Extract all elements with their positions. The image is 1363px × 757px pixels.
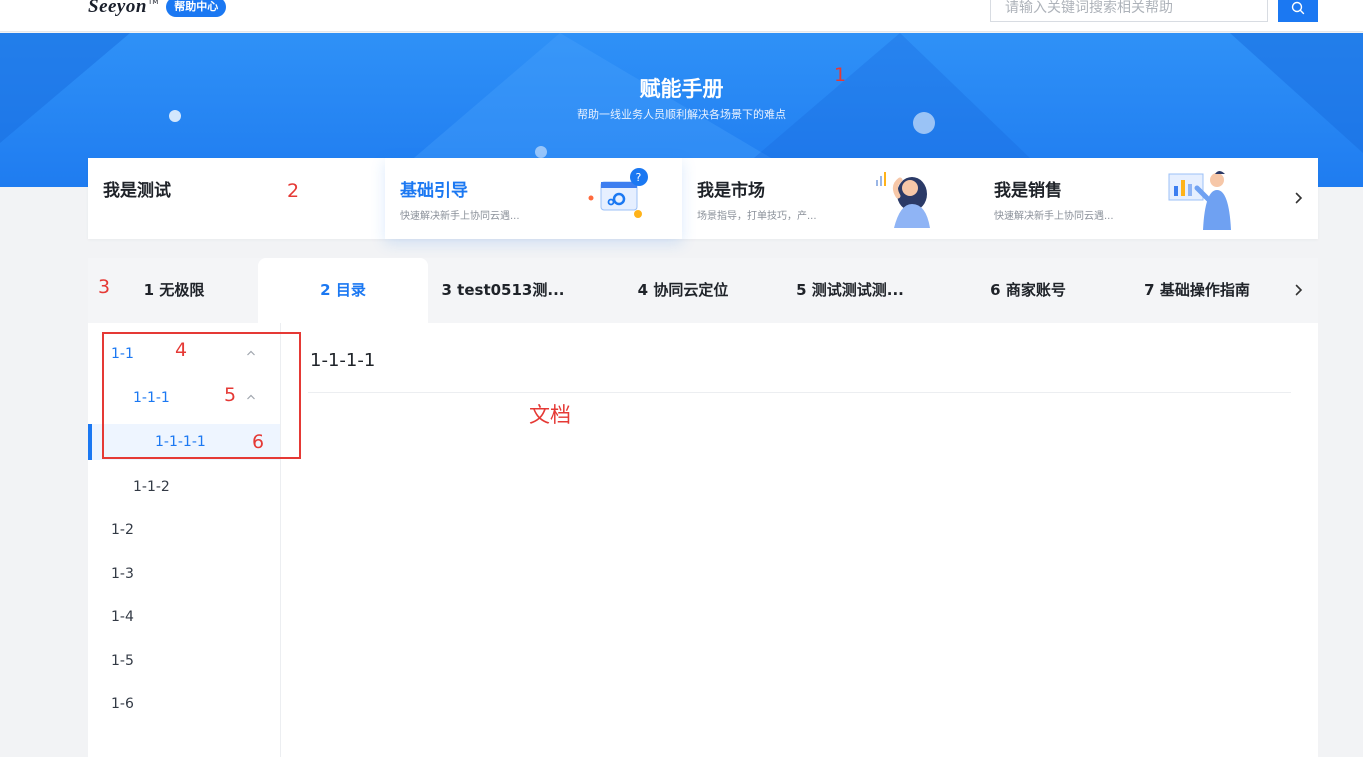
tree-item-1-3[interactable]: 1-3 — [88, 556, 280, 592]
annotation-document: 文档 — [529, 403, 571, 427]
tree-item-label: 1-5 — [111, 653, 134, 669]
tab-7[interactable]: 7 基础操作指南 — [1122, 258, 1272, 323]
annotation-5: 5 — [224, 384, 237, 406]
tree-item-label: 1-2 — [111, 522, 134, 538]
chapter-tabs: 1 无极限 2 目录 3 test0513测... 4 协同云定位 5 测试测试… — [88, 258, 1318, 323]
card-market[interactable]: 我是市场 场景指导，打单技巧，产... — [682, 158, 979, 239]
settings-illustration-icon: ? — [588, 168, 648, 218]
chevron-right-icon — [1295, 192, 1303, 204]
sales-person-icon — [1168, 171, 1231, 230]
search-button[interactable] — [1278, 0, 1318, 22]
annotation-highlight-box — [102, 332, 301, 459]
tab-6[interactable]: 6 商家账号 — [968, 258, 1088, 323]
annotation-1: 1 — [834, 64, 847, 86]
tree-item-1-6[interactable]: 1-6 — [88, 686, 280, 722]
tab-2[interactable]: 2 目录 — [258, 258, 428, 323]
annotation-6: 6 — [252, 431, 265, 453]
document-divider — [308, 392, 1291, 393]
tree-item-label: 1-4 — [111, 609, 134, 625]
tab-3[interactable]: 3 test0513测... — [433, 258, 573, 323]
tree-item-1-1-2[interactable]: 1-1-2 — [88, 469, 280, 505]
tabs-next-button[interactable] — [1292, 280, 1306, 300]
help-center-badge[interactable]: 帮助中心 — [166, 0, 227, 17]
content-area: 1-1 1-1-1 1-1-1-1 1-1-2 1-2 1-3 1-4 1-5 — [88, 323, 1318, 757]
card-tester[interactable]: 我是测试 — [88, 158, 385, 239]
svg-text:?: ? — [636, 171, 642, 184]
search-input[interactable]: 请输入关键词搜索相关帮助 — [990, 0, 1268, 22]
tab-1[interactable]: 1 无极限 — [118, 258, 230, 323]
banner-title: 赋能手册 — [639, 77, 724, 101]
card-basic-guide[interactable]: 基础引导 快速解决新手上协同云遇... ? — [385, 158, 682, 239]
category-cards: 我是测试 基础引导 快速解决新手上协同云遇... ? 我是市场 场景指导，打单技… — [88, 158, 1318, 239]
top-navbar: Seeyon TM 帮助中心 请输入关键词搜索相关帮助 — [0, 0, 1363, 32]
document-title: 1-1-1-1 — [310, 350, 376, 371]
tree-item-1-5[interactable]: 1-5 — [88, 643, 280, 679]
tab-4[interactable]: 4 协同云定位 — [618, 258, 748, 323]
tree-item-1-4[interactable]: 1-4 — [88, 599, 280, 635]
seeyon-logo[interactable]: Seeyon TM 帮助中心 — [88, 0, 227, 20]
card-title: 我是测试 — [103, 181, 171, 201]
tab-5[interactable]: 5 测试测试测... — [776, 258, 924, 323]
tree-item-1-2[interactable]: 1-2 — [88, 512, 280, 548]
annotation-3: 3 — [98, 276, 111, 298]
card-sales[interactable]: 我是销售 快速解决新手上协同云遇... — [979, 158, 1276, 239]
tree-item-label: 1-3 — [111, 566, 134, 582]
tree-item-label: 1-1-2 — [133, 479, 170, 495]
tree-item-label: 1-6 — [111, 696, 134, 712]
annotation-4: 4 — [175, 339, 188, 361]
logo-trademark: TM — [147, 0, 159, 6]
banner-subtitle: 帮助一线业务人员顺利解决各场景下的难点 — [577, 108, 786, 121]
search-icon — [1291, 1, 1305, 15]
annotation-2: 2 — [287, 180, 300, 202]
market-person-icon — [876, 172, 930, 228]
logo-text: Seeyon — [88, 0, 147, 17]
cards-next-button[interactable] — [1292, 188, 1306, 208]
chevron-right-icon — [1295, 284, 1303, 296]
